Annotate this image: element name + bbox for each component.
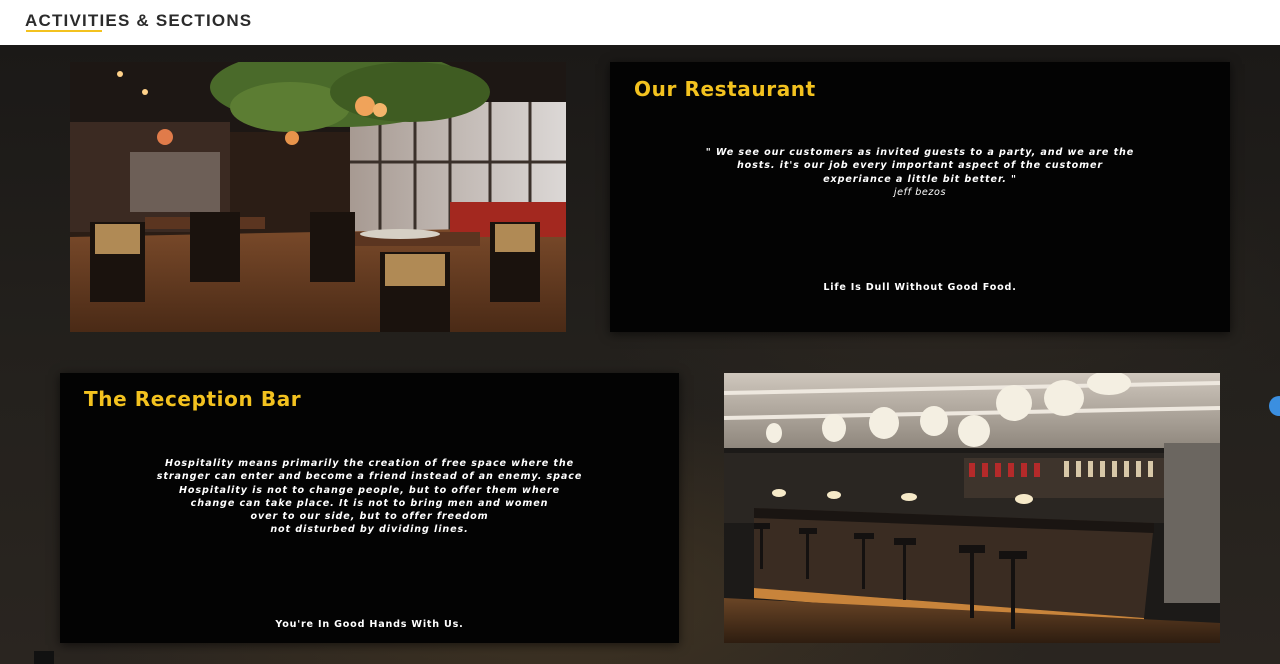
reception-bar-card: The Reception Bar Hospitality means prim…: [60, 373, 679, 643]
reception-bar-quote: Hospitality means primarily the creation…: [60, 457, 679, 537]
quote-line: " We see our customers as invited guests…: [705, 147, 1135, 158]
restaurant-card: Our Restaurant " We see our customers as…: [610, 62, 1230, 332]
quote-line: hosts. it's our job every important aspe…: [736, 160, 1104, 172]
quote-line: change can take place. It is not to brin…: [190, 497, 549, 509]
restaurant-tagline: Life Is Dull Without Good Food.: [823, 282, 1017, 293]
reception-bar-title: The Reception Bar: [84, 387, 302, 411]
quote-line: stranger can enter and become a friend i…: [156, 471, 583, 483]
quote-line: not disturbed by dividing lines.: [270, 524, 469, 536]
reception-bar-photo: [724, 373, 1220, 643]
page-title: ACTIVITIES & SECTIONS: [25, 11, 253, 30]
quote-line: experiance a little bit better. ": [823, 173, 1017, 185]
title-underline: [26, 30, 102, 32]
restaurant-quote: " We see our customers as invited guests…: [610, 146, 1230, 199]
quote-line: Hospitality means primarily the creation…: [165, 458, 574, 469]
quote-author: jeff bezos: [893, 186, 947, 198]
corner-element: [34, 651, 54, 664]
reception-bar-tagline: You're In Good Hands With Us.: [275, 619, 464, 630]
restaurant-title: Our Restaurant: [634, 77, 816, 101]
restaurant-photo: [70, 62, 566, 332]
quote-line: Hospitality is not to change people, but…: [178, 484, 560, 496]
quote-line: over to our side, but to offer freedom: [250, 511, 489, 523]
page-header: ACTIVITIES & SECTIONS: [0, 0, 1280, 45]
